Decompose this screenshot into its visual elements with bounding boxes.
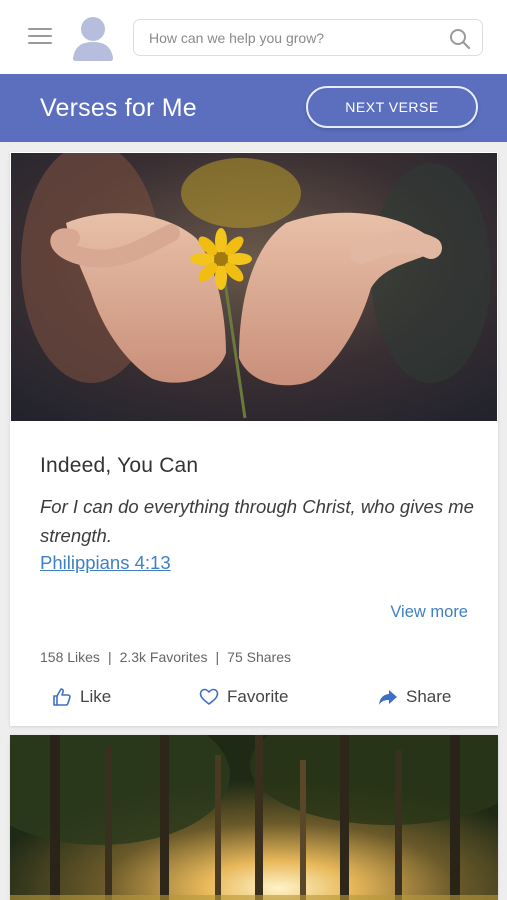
verse-reference-link[interactable]: Philippians 4:13: [40, 552, 171, 574]
view-more-link[interactable]: View more: [390, 603, 468, 622]
engagement-stats: 158 Likes | 2.3k Favorites | 75 Shares: [40, 649, 291, 665]
like-label: Like: [80, 687, 112, 706]
next-verse-card: [10, 735, 498, 900]
stats-separator: |: [215, 649, 220, 665]
verse-card: Indeed, You Can For I can do everything …: [10, 152, 498, 726]
favorite-label: Favorite: [227, 687, 289, 706]
page-title: Verses for Me: [40, 94, 197, 122]
menu-icon[interactable]: [28, 28, 52, 46]
search-icon[interactable]: [448, 27, 472, 51]
heart-icon: [199, 688, 219, 705]
like-button[interactable]: Like: [52, 685, 111, 709]
next-verse-button[interactable]: NEXT VERSE: [306, 86, 478, 128]
share-label: Share: [406, 687, 452, 706]
thumbs-up-icon: [53, 688, 71, 706]
favorites-count: 2.3k Favorites: [119, 649, 208, 665]
forest-image: [10, 735, 498, 900]
share-button[interactable]: Share: [378, 685, 451, 709]
page-header: Verses for Me NEXT VERSE: [0, 74, 507, 142]
verse-text: For I can do everything through Christ, …: [40, 496, 474, 546]
avatar[interactable]: [72, 16, 114, 62]
avatar-icon: [73, 17, 113, 61]
search-input[interactable]: [149, 28, 429, 48]
top-bar: [0, 0, 507, 74]
shares-count: 75 Shares: [227, 649, 291, 665]
search-bar: [133, 19, 483, 56]
verse-image: [11, 153, 497, 421]
favorite-button[interactable]: Favorite: [199, 685, 288, 709]
verse-title: Indeed, You Can: [40, 454, 199, 477]
share-arrow-icon: [379, 690, 397, 705]
likes-count: 158 Likes: [40, 649, 100, 665]
stats-separator: |: [107, 649, 112, 665]
